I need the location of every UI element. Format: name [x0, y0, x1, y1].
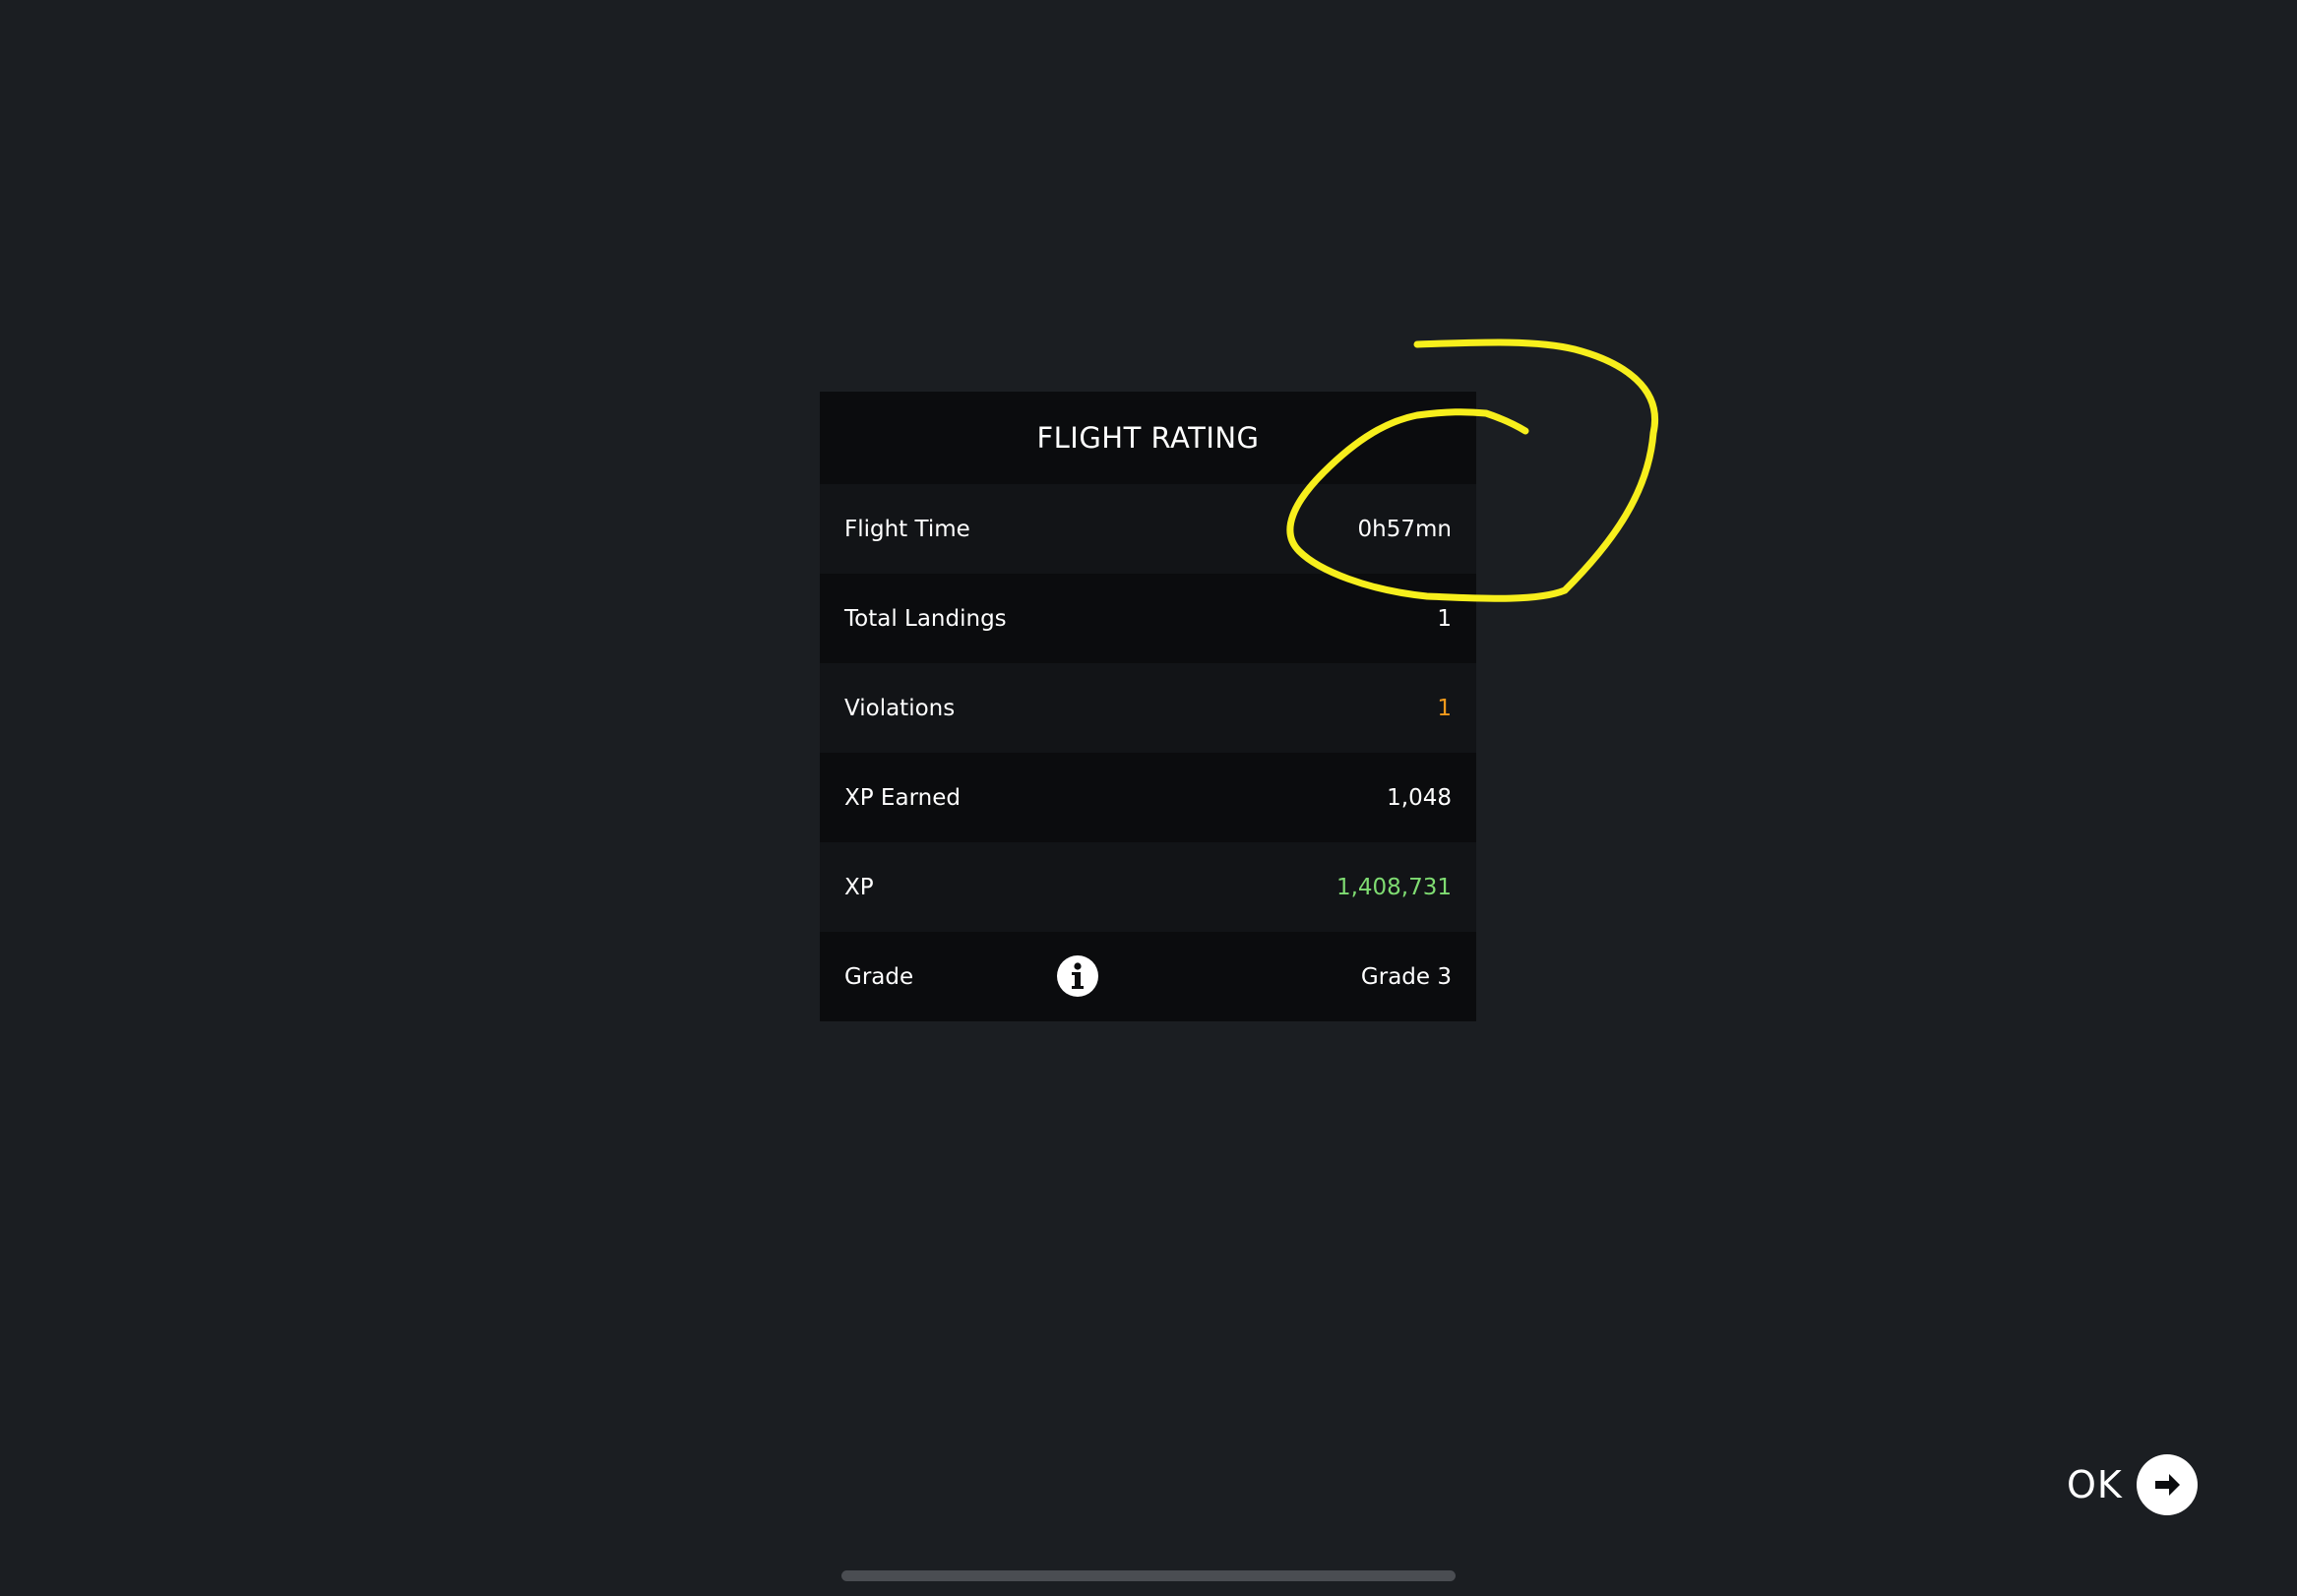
flight-time-value: 0h57mn — [1357, 516, 1452, 542]
xp-earned-value: 1,048 — [1387, 784, 1452, 811]
xp-label: XP — [844, 874, 874, 900]
row-grade: Grade Grade 3 — [820, 932, 1476, 1021]
violations-value: 1 — [1437, 695, 1452, 721]
panel-header: FLIGHT RATING — [820, 392, 1476, 484]
grade-label: Grade — [844, 963, 914, 990]
grade-value: Grade 3 — [1360, 963, 1452, 990]
row-violations: Violations 1 — [820, 663, 1476, 753]
flight-rating-screen: FLIGHT RATING Flight Time 0h57mn Total L… — [0, 0, 2297, 1596]
info-icon[interactable] — [1057, 955, 1098, 997]
xp-value: 1,408,731 — [1335, 874, 1452, 900]
panel-title: FLIGHT RATING — [1036, 421, 1260, 455]
xp-earned-label: XP Earned — [844, 784, 961, 811]
violations-label: Violations — [844, 695, 956, 721]
arrow-right-circle-icon — [2136, 1454, 2198, 1515]
total-landings-value: 1 — [1437, 605, 1452, 632]
flight-rating-panel: FLIGHT RATING Flight Time 0h57mn Total L… — [820, 392, 1476, 1021]
flight-time-label: Flight Time — [844, 516, 970, 542]
ok-label: OK — [2067, 1463, 2123, 1506]
total-landings-label: Total Landings — [844, 605, 1007, 632]
home-indicator[interactable] — [841, 1570, 1456, 1581]
row-flight-time: Flight Time 0h57mn — [820, 484, 1476, 574]
ok-button[interactable]: OK — [2067, 1453, 2198, 1516]
row-xp-earned: XP Earned 1,048 — [820, 753, 1476, 842]
row-total-landings: Total Landings 1 — [820, 574, 1476, 663]
row-xp: XP 1,408,731 — [820, 842, 1476, 932]
